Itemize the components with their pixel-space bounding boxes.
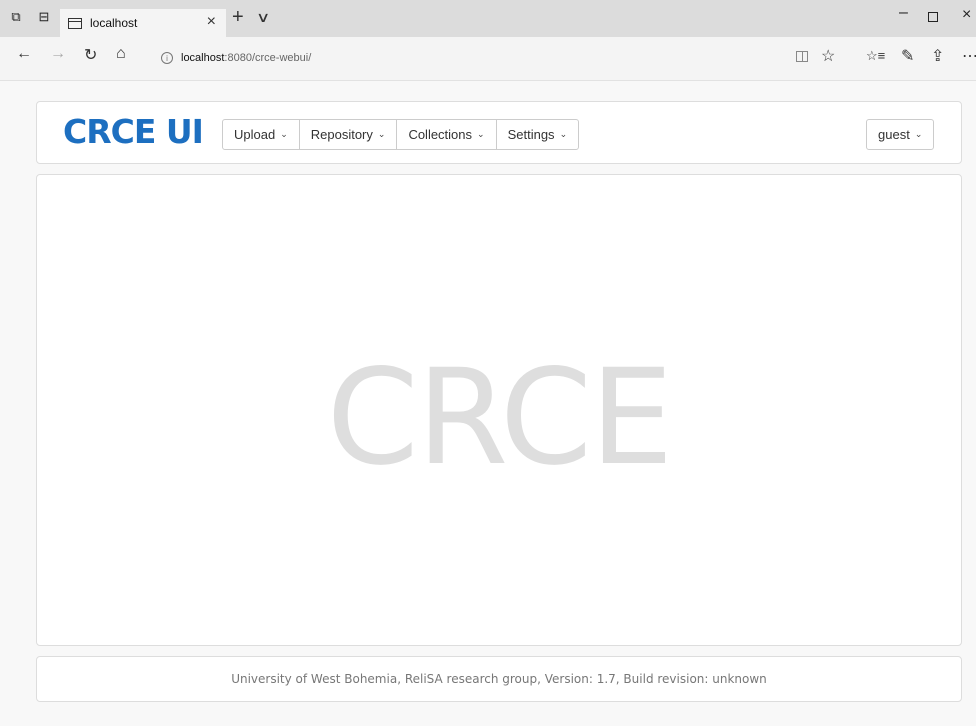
menu-label: Repository (310, 127, 373, 142)
new-tab-icon[interactable]: + (232, 6, 244, 29)
chevron-down-icon: ⌄ (280, 129, 288, 139)
user-menu-button[interactable]: guest ⌄ (866, 119, 935, 150)
minimize-icon[interactable]: – (899, 4, 908, 22)
menu-label: Settings (507, 127, 555, 142)
app-navbar: CRCE UI Upload ⌄ Repository ⌄ Collection… (36, 101, 962, 164)
tab-close-icon[interactable]: × (207, 13, 216, 31)
reading-view-icon[interactable] (796, 51, 808, 62)
hero-logo-text: CRCE (326, 341, 674, 495)
favorites-list-icon[interactable]: ☆≡ (866, 48, 885, 64)
favorite-star-icon[interactable]: ☆ (821, 46, 835, 66)
home-icon[interactable]: ⌂ (116, 45, 126, 63)
address-input[interactable]: i localhost:8080/crce-webui/ (151, 45, 841, 71)
user-label: guest (878, 127, 910, 142)
upload-menu-button[interactable]: Upload ⌄ (223, 120, 300, 149)
tab-title: localhost (90, 16, 138, 30)
info-icon[interactable]: i (161, 52, 173, 64)
tab-preview-icon[interactable]: ⊟ (36, 9, 52, 25)
chevron-down-icon: ⌄ (477, 129, 485, 139)
tab-list-chevron-icon[interactable]: ∨ (256, 9, 270, 26)
close-window-icon[interactable]: × (962, 6, 971, 24)
browser-titlebar: ⧉ ⊟ localhost × + ∨ – × (0, 0, 976, 37)
browser-toolbar: ← → ↻ ⌂ i localhost:8080/crce-webui/ ☆ ☆… (0, 37, 976, 81)
back-icon[interactable]: ← (16, 45, 32, 63)
page-icon (68, 17, 82, 29)
maximize-icon[interactable] (928, 12, 938, 22)
pen-icon[interactable]: ✎ (901, 46, 914, 66)
refresh-icon[interactable]: ↻ (84, 45, 97, 65)
more-icon[interactable]: ⋯ (962, 46, 976, 66)
footer: University of West Bohemia, ReliSA resea… (36, 656, 962, 702)
chevron-down-icon: ⌄ (914, 129, 923, 139)
footer-text: University of West Bohemia, ReliSA resea… (231, 672, 767, 686)
collections-menu-button[interactable]: Collections ⌄ (397, 120, 497, 149)
menu-label: Collections (408, 127, 473, 142)
main-menu: Upload ⌄ Repository ⌄ Collections ⌄ Sett… (222, 119, 580, 150)
forward-icon[interactable]: → (50, 45, 66, 63)
url-text: localhost:8080/crce-webui/ (181, 52, 312, 64)
menu-label: Upload (234, 127, 276, 142)
repository-menu-button[interactable]: Repository ⌄ (300, 120, 398, 149)
chevron-down-icon: ⌄ (559, 129, 568, 139)
chevron-down-icon: ⌄ (377, 129, 386, 139)
settings-menu-button[interactable]: Settings ⌄ (497, 120, 579, 149)
share-icon[interactable]: ⇪ (931, 46, 944, 66)
main-panel: CRCE (36, 174, 962, 646)
brand-logo[interactable]: CRCE UI (63, 112, 204, 151)
browser-tab[interactable]: localhost × (60, 9, 226, 37)
set-aside-tabs-icon[interactable]: ⧉ (8, 9, 24, 25)
